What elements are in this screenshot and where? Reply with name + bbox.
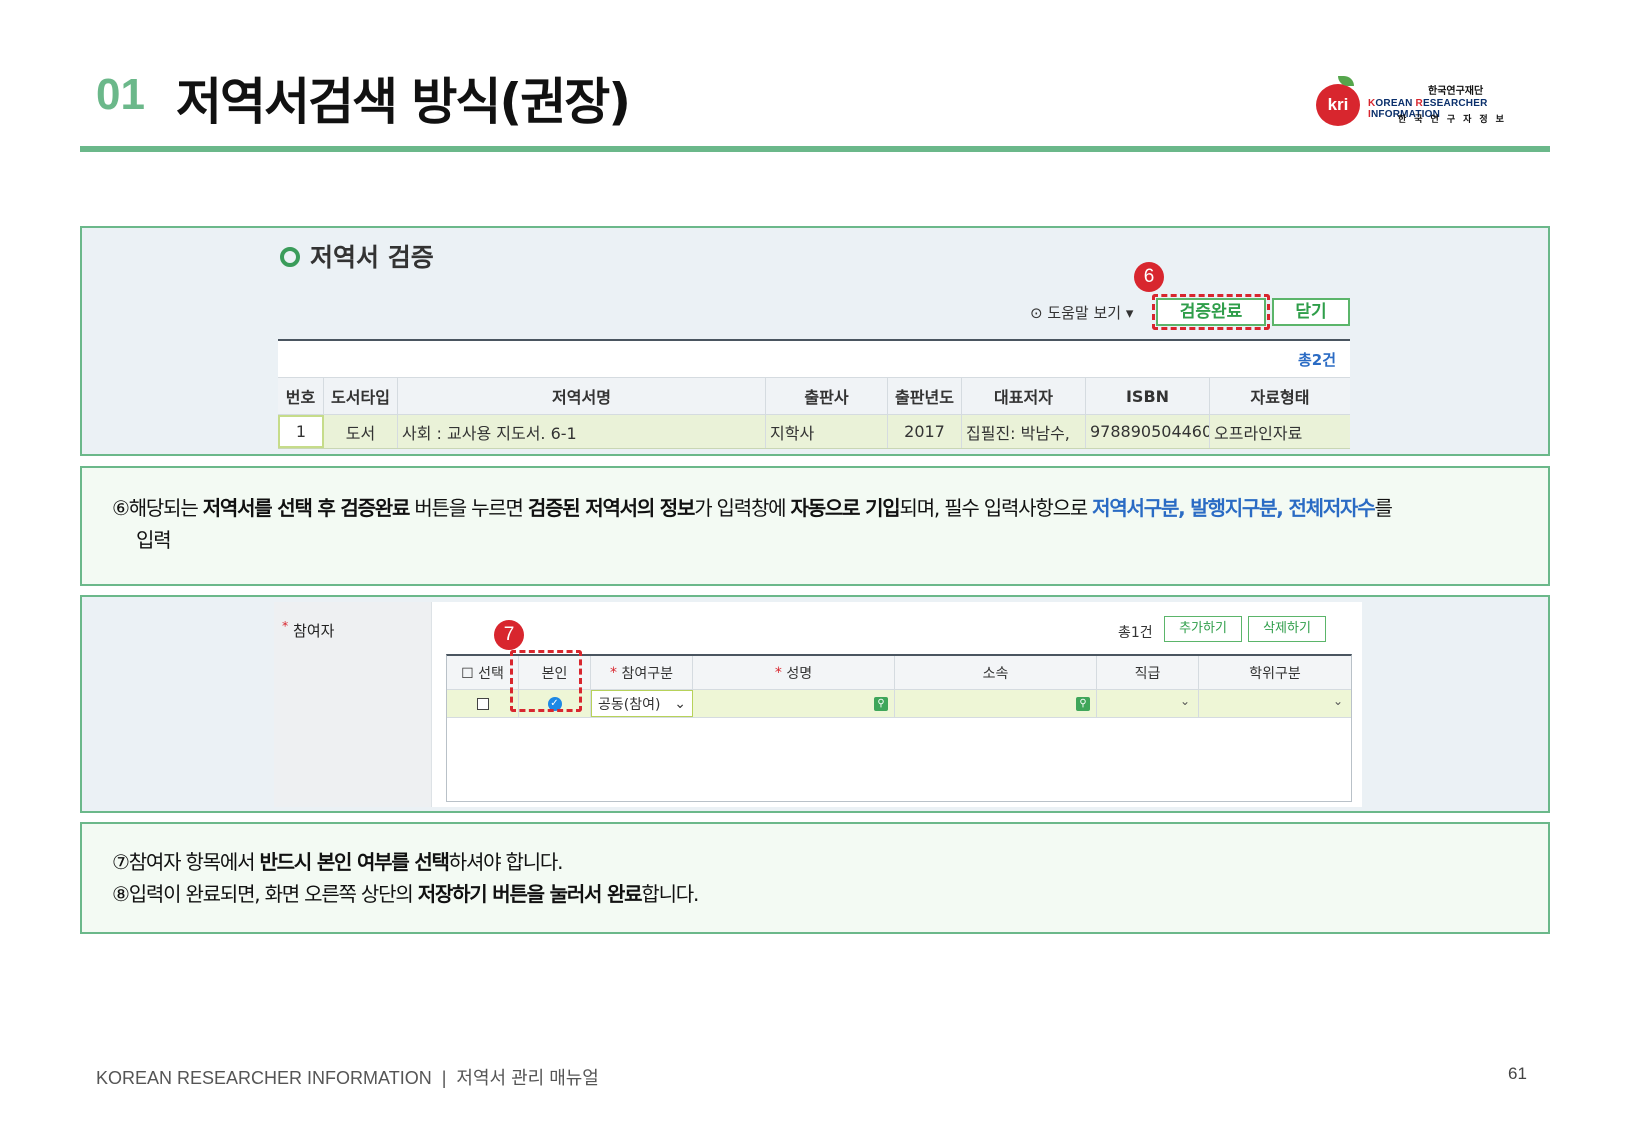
col-participation-type: * 참여구분 bbox=[591, 656, 693, 689]
footer-manual-title: 저역서 관리 매뉴얼 bbox=[456, 1068, 599, 1088]
participant-form: * 참여자 총1건 추가하기 삭제하기 7 ☐ 선택 본인 * 참여구분 * 성… bbox=[274, 602, 1362, 807]
note-6-line-2: 입력 bbox=[136, 528, 172, 552]
step-6-marker: 6 bbox=[1134, 262, 1164, 292]
col-material-type: 자료형태 bbox=[1250, 388, 1310, 407]
chevron-down-icon: ⌄ bbox=[1332, 694, 1343, 708]
participant-screenshot: * 참여자 총1건 추가하기 삭제하기 7 ☐ 선택 본인 * 참여구분 * 성… bbox=[80, 595, 1550, 813]
degree-select[interactable]: ⌄ bbox=[1199, 690, 1351, 717]
instruction-note-6: ⑥해당되는 저역서를 선택 후 검증완료 버튼을 누르면 검증된 저역서의 정보… bbox=[80, 466, 1550, 586]
participant-label-cell: * 참여자 bbox=[274, 602, 432, 807]
search-icon[interactable]: ⚲ bbox=[874, 697, 888, 711]
section-ring-icon bbox=[280, 247, 300, 267]
page-title: 저역서검색 방식(권장) bbox=[176, 73, 631, 131]
col-degree: 학위구분 bbox=[1249, 665, 1301, 682]
grid-row: ✓ 공동(참여) ⌄ ⚲ ⚲ ⌄ ⌄ bbox=[447, 690, 1351, 718]
row-number: 1 bbox=[278, 415, 324, 448]
col-publisher: 출판사 bbox=[766, 378, 888, 414]
col-book-type: 도서타입 bbox=[324, 378, 398, 414]
section-number: 01 bbox=[96, 70, 145, 119]
row-checkbox[interactable] bbox=[476, 697, 489, 710]
row-material-type: 오프라인자료 bbox=[1214, 423, 1303, 443]
step-7-marker: 7 bbox=[494, 620, 524, 650]
note-8-line: ⑧입력이 완료되면, 화면 오른쪽 상단의 저장하기 버튼을 눌러서 완료합니다… bbox=[112, 882, 699, 906]
add-participant-button[interactable]: 추가하기 bbox=[1164, 616, 1242, 642]
footer-separator: | bbox=[441, 1068, 447, 1088]
close-button[interactable]: 닫기 bbox=[1272, 298, 1350, 326]
col-name: * 성명 bbox=[693, 656, 895, 689]
footer-org: KOREAN RESEARCHER INFORMATION bbox=[96, 1068, 432, 1088]
row-book-title: 사회 : 교사용 지도서. 6-1 bbox=[398, 415, 766, 448]
search-icon[interactable]: ⚲ bbox=[1076, 697, 1090, 711]
chevron-down-icon: ⌄ bbox=[1179, 694, 1190, 708]
instruction-note-7-8: ⑦참여자 항목에서 반드시 본인 여부를 선택하셔야 합니다. ⑧입력이 완료되… bbox=[80, 822, 1550, 934]
col-position: 직급 bbox=[1097, 656, 1199, 689]
affiliation-input[interactable]: ⚲ bbox=[895, 690, 1097, 717]
chevron-down-icon: ⌄ bbox=[674, 695, 686, 712]
col-isbn: ISBN bbox=[1086, 378, 1210, 414]
grid-header: ☐ 선택 본인 * 참여구분 * 성명 소속 직급 학위구분 bbox=[447, 656, 1351, 690]
footer: KOREAN RESEARCHER INFORMATION | 저역서 관리 매뉴얼 bbox=[96, 1064, 599, 1090]
row-publisher: 지학사 bbox=[766, 415, 888, 448]
row-isbn: 978890504460 bbox=[1086, 415, 1210, 448]
book-result-table: 총2건 번호 도서타입 저역서명 출판사 출판년도 대표저자 ISBN 자료형태… bbox=[278, 339, 1350, 449]
participation-type-select[interactable]: 공동(참여) ⌄ bbox=[591, 690, 693, 717]
logo-korean-name: 한국연구재단 bbox=[1428, 86, 1484, 97]
verification-screenshot: 저역서 검증 6 ⊙ 도움말 보기 ▾ 검증완료 닫기 총2건 번호 도서타입 … bbox=[80, 226, 1550, 456]
header-divider bbox=[80, 146, 1550, 152]
name-input[interactable]: ⚲ bbox=[693, 690, 895, 717]
result-total: 총2건 bbox=[1297, 351, 1336, 369]
row-book-type: 도서 bbox=[324, 415, 398, 448]
col-select[interactable]: ☐ 선택 bbox=[447, 656, 519, 689]
table-header: 번호 도서타입 저역서명 출판사 출판년도 대표저자 ISBN 자료형태 bbox=[278, 377, 1350, 415]
col-book-title: 저역서명 bbox=[398, 378, 766, 414]
row-select-cell bbox=[447, 690, 519, 717]
col-pub-year: 출판년도 bbox=[888, 378, 962, 414]
col-number: 번호 bbox=[278, 378, 324, 414]
required-mark: * bbox=[282, 618, 289, 633]
note-6-line-1: ⑥해당되는 저역서를 선택 후 검증완료 버튼을 누르면 검증된 저역서의 정보… bbox=[112, 496, 1393, 520]
note-7-line: ⑦참여자 항목에서 반드시 본인 여부를 선택하셔야 합니다. bbox=[112, 850, 563, 874]
highlight-self-column bbox=[510, 650, 582, 712]
table-row[interactable]: 1 도서 사회 : 교사용 지도서. 6-1 지학사 2017 집필진: 박남수… bbox=[278, 415, 1350, 449]
delete-participant-button[interactable]: 삭제하기 bbox=[1248, 616, 1326, 642]
logo-korean-subname: 한국연구자정보 bbox=[1398, 115, 1512, 125]
col-lead-author: 대표저자 bbox=[962, 378, 1086, 414]
kri-logo: kri 한국연구재단 KOREAN RESEARCHER INFORMATION… bbox=[1316, 76, 1556, 128]
highlight-verify-button bbox=[1152, 294, 1270, 330]
position-select[interactable]: ⌄ bbox=[1097, 690, 1199, 717]
row-lead-author: 집필진: 박남수, bbox=[962, 415, 1086, 448]
verification-section-title: 저역서 검증 bbox=[310, 243, 434, 272]
col-affiliation: 소속 bbox=[895, 656, 1097, 689]
manual-page: 01 저역서검색 방식(권장) kri 한국연구재단 KOREAN RESEAR… bbox=[0, 0, 1626, 1125]
participant-total: 총1건 bbox=[1118, 625, 1153, 641]
kri-apple-icon: kri bbox=[1316, 84, 1360, 126]
help-link[interactable]: ⊙ 도움말 보기 ▾ bbox=[1030, 302, 1133, 323]
participant-label: 참여자 bbox=[293, 622, 335, 640]
page-number: 61 bbox=[1508, 1064, 1527, 1083]
row-pub-year: 2017 bbox=[888, 415, 962, 448]
